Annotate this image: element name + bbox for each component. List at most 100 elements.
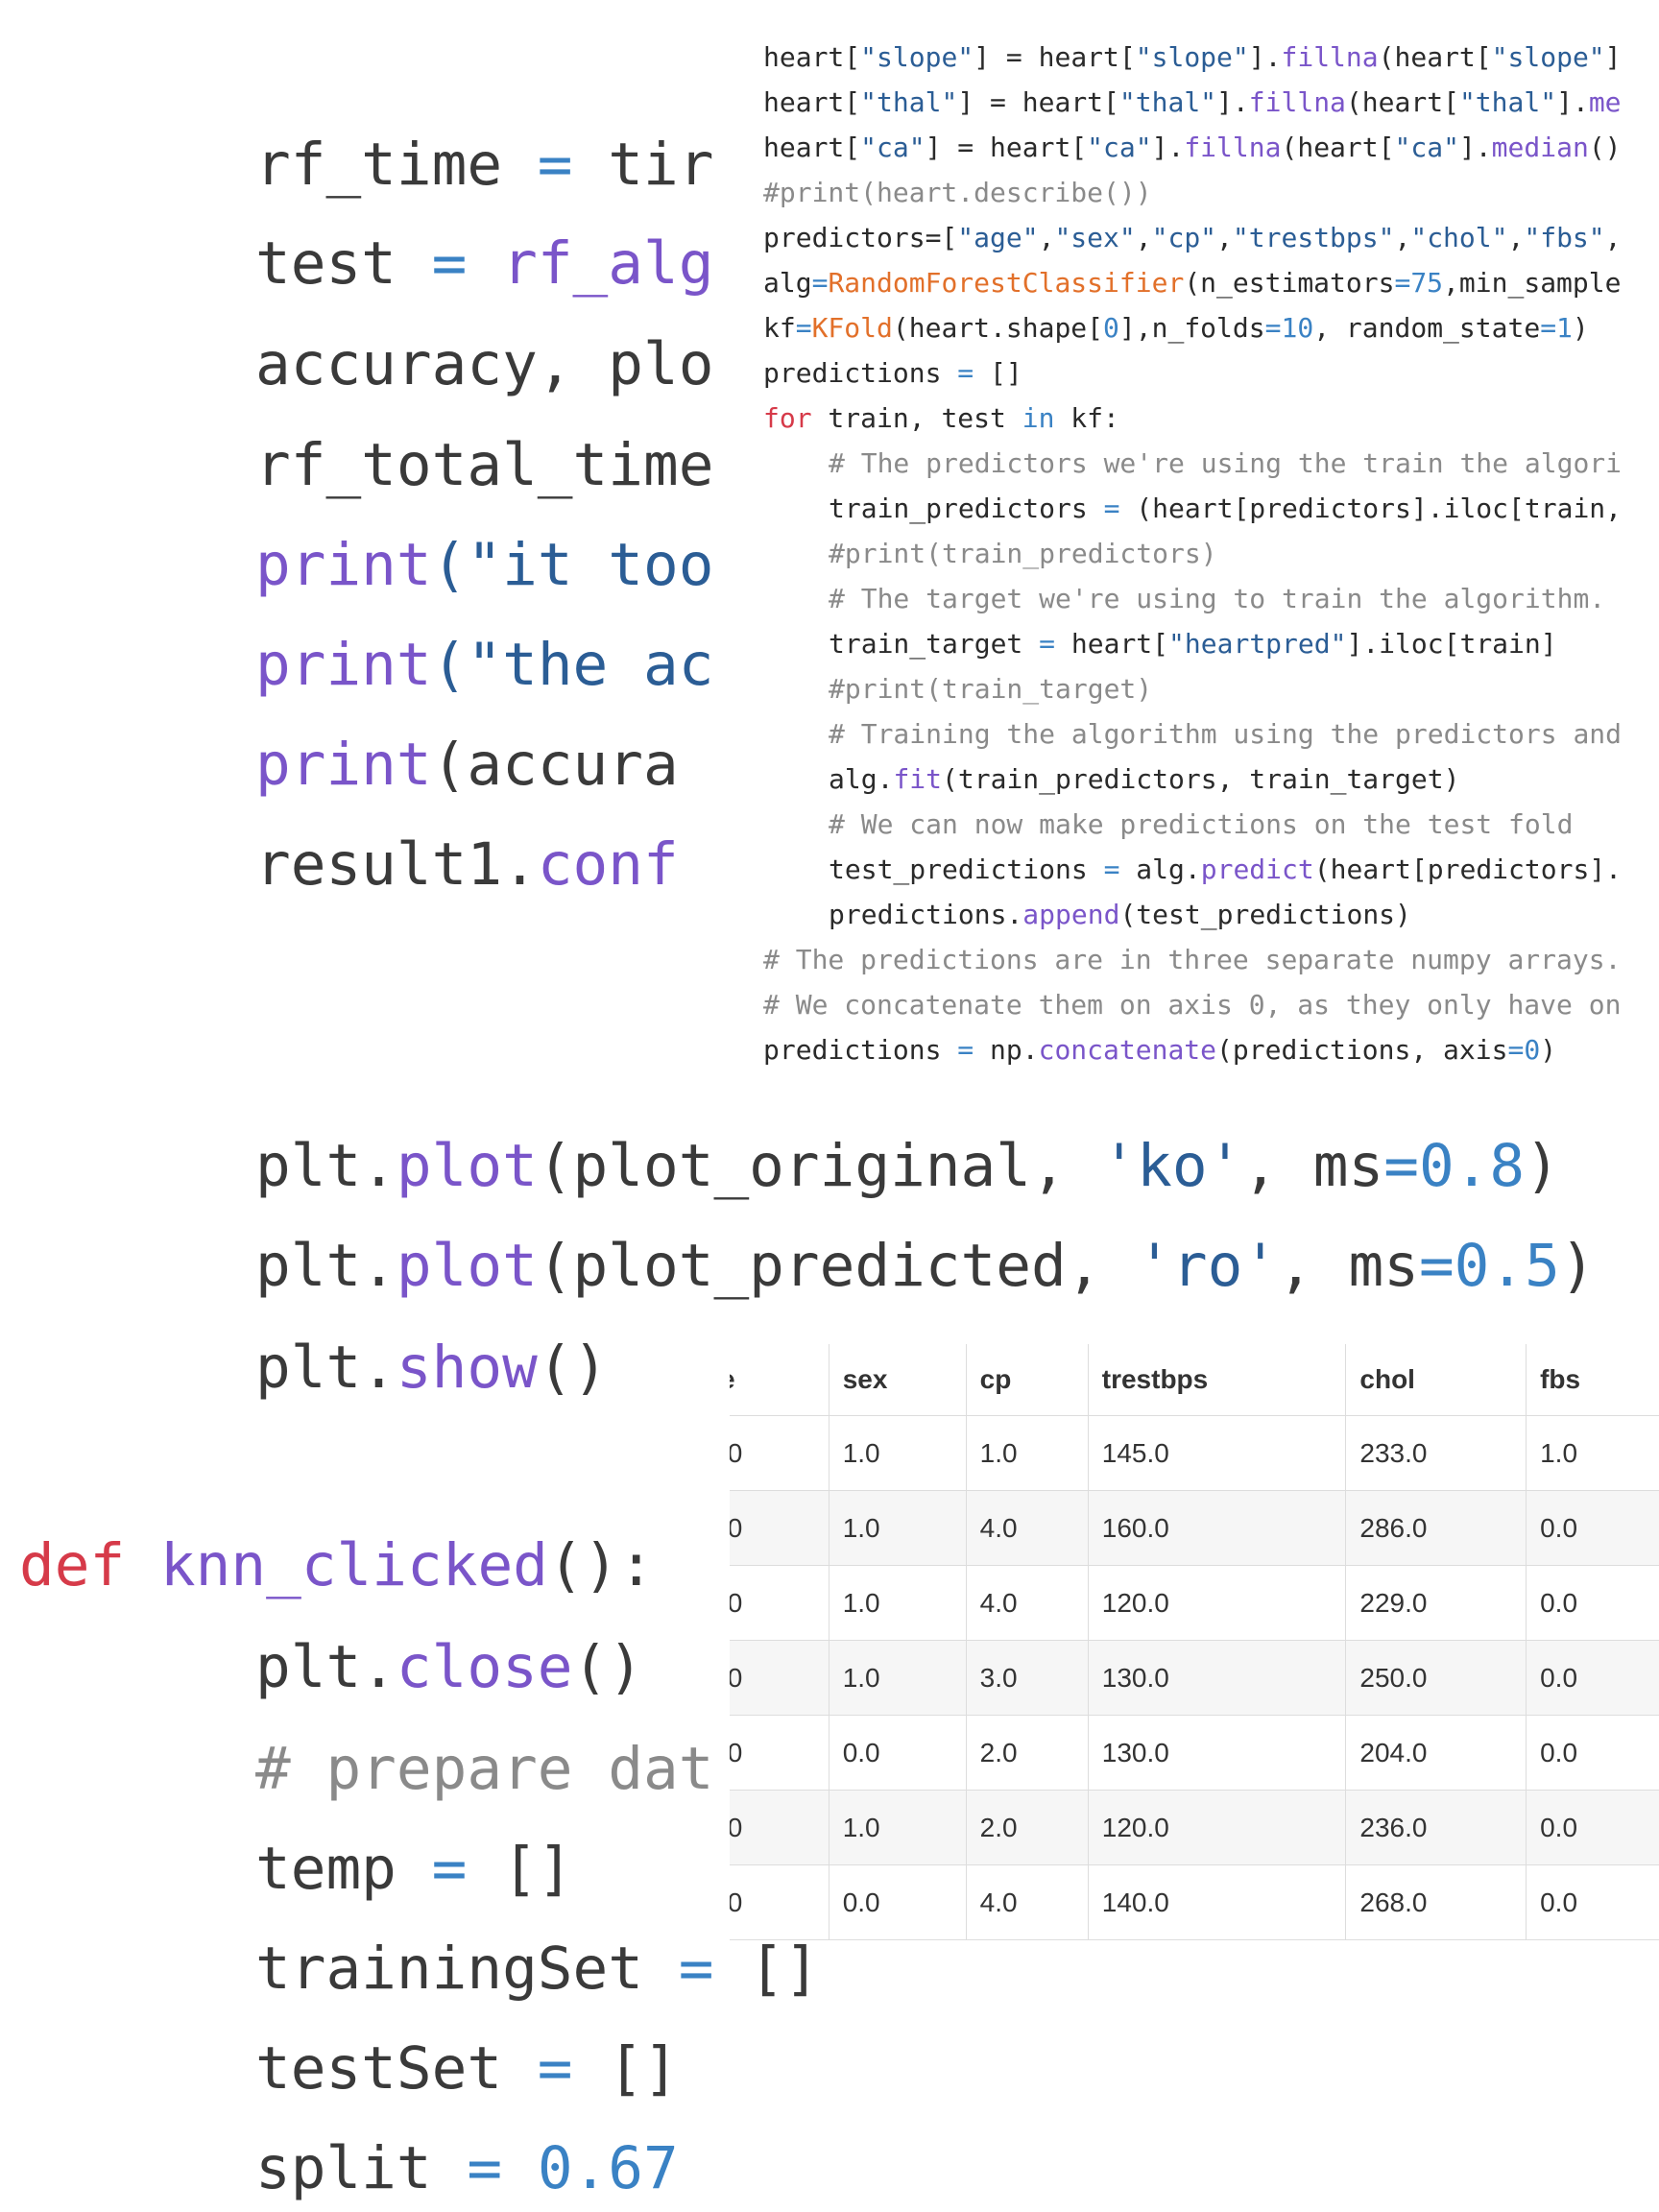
table-cell: .0: [730, 1565, 830, 1641]
table-cell: 1.0: [829, 1415, 967, 1491]
table-cell: 0.0: [1526, 1490, 1659, 1566]
table-cell: 0.0: [1526, 1715, 1659, 1791]
snippet-line: for train, test in kf:: [763, 402, 1119, 434]
table-cell: 0.0: [829, 1864, 967, 1940]
dataframe-table: e sex cp trestbps chol fbs .0 1.0 1.0 14…: [730, 1344, 1659, 1941]
table-cell: 2.0: [966, 1790, 1089, 1865]
code-line-plt-close: plt.close(): [255, 1633, 643, 1701]
snippet-line: alg=RandomForestClassifier(n_estimators=…: [763, 267, 1622, 299]
table-cell: 1.0: [1526, 1415, 1659, 1491]
table-header-row: e sex cp trestbps chol fbs: [730, 1344, 1659, 1416]
snippet-line: alg.fit(train_predictors, train_target): [829, 763, 1460, 795]
table-cell: 229.0: [1345, 1565, 1527, 1641]
code-line-rf-total-time: rf_total_time: [255, 431, 714, 499]
table-cell: 1.0: [829, 1490, 967, 1566]
table-cell: 236.0: [1345, 1790, 1527, 1865]
table-cell: 4.0: [966, 1490, 1089, 1566]
column-header: sex: [829, 1344, 967, 1416]
code-line-print-accuracy: print(accura: [255, 731, 679, 799]
code-line-training-set: trainingSet = []: [255, 1935, 820, 2003]
snippet-line: # We can now make predictions on the tes…: [829, 808, 1574, 840]
snippet-line: train_target = heart["heartpred"].iloc[t…: [829, 628, 1557, 660]
table-row: .0 1.0 4.0 160.0 286.0 0.0: [730, 1490, 1659, 1566]
table-cell: .0: [730, 1790, 830, 1865]
code-snippet-panel: heart["slope"] = heart["slope"].fillna(h…: [739, 29, 1659, 1090]
code-line-temp: temp = []: [255, 1835, 573, 1903]
code-line-print-the-accuracy: print("the ac: [255, 631, 714, 699]
snippet-line: predictions = np.concatenate(predictions…: [763, 1034, 1557, 1066]
table-cell: .0: [730, 1640, 830, 1716]
snippet-line: predictors=["age","sex","cp","trestbps",…: [763, 222, 1622, 253]
column-header: cp: [966, 1344, 1089, 1416]
code-line-result1-conf: result1.conf: [255, 830, 679, 899]
snippet-line: # The target we're using to train the al…: [829, 583, 1606, 614]
table-cell: 4.0: [966, 1565, 1089, 1641]
table-cell: 250.0: [1345, 1640, 1527, 1716]
code-line-split: split = 0.67: [255, 2134, 679, 2202]
table-cell: 4.0: [966, 1864, 1089, 1940]
snippet-line: test_predictions = alg.predict(heart[pre…: [829, 854, 1623, 885]
snippet-line: #print(heart.describe()): [763, 177, 1152, 208]
table-cell: 204.0: [1345, 1715, 1527, 1791]
table-cell: 130.0: [1088, 1715, 1347, 1791]
code-line-prepare-data-comment: # prepare dat: [255, 1735, 714, 1803]
table-cell: 1.0: [829, 1640, 967, 1716]
table-cell: 1.0: [966, 1415, 1089, 1491]
table-row: .0 1.0 3.0 130.0 250.0 0.0: [730, 1640, 1659, 1716]
code-line-plt-plot-predicted: plt.plot(plot_predicted, 'ro', ms=0.5): [255, 1232, 1596, 1300]
table-cell: 0.0: [829, 1715, 967, 1791]
snippet-line: # Training the algorithm using the predi…: [829, 718, 1623, 750]
snippet-line: # The predictions are in three separate …: [763, 944, 1622, 975]
table-cell: 0.0: [1526, 1640, 1659, 1716]
table-cell: 120.0: [1088, 1565, 1347, 1641]
table-cell: 0.0: [1526, 1565, 1659, 1641]
code-line-plt-plot-original: plt.plot(plot_original, 'ko', ms=0.8): [255, 1132, 1560, 1200]
table-cell: 0.0: [1526, 1864, 1659, 1940]
snippet-line: heart["slope"] = heart["slope"].fillna(h…: [763, 41, 1622, 73]
snippet-line: #print(train_target): [829, 673, 1153, 705]
table-cell: .0: [730, 1490, 830, 1566]
snippet-line: #print(train_predictors): [829, 538, 1217, 569]
code-line-plt-show: plt.show(): [255, 1334, 609, 1402]
table-row: .0 1.0 2.0 120.0 236.0 0.0: [730, 1790, 1659, 1865]
table-cell: 268.0: [1345, 1864, 1527, 1940]
code-line-rf-time: rf_time = tir: [255, 131, 714, 199]
table-cell: 3.0: [966, 1640, 1089, 1716]
table-cell: 2.0: [966, 1715, 1089, 1791]
code-line-print-it-took: print("it too: [255, 531, 714, 599]
table-cell: .0: [730, 1715, 830, 1791]
table-cell: 233.0: [1345, 1415, 1527, 1491]
table-cell: 1.0: [829, 1790, 967, 1865]
code-line-accuracy: accuracy, plo: [255, 330, 714, 398]
column-header: trestbps: [1088, 1344, 1347, 1416]
table-row: .0 0.0 2.0 130.0 204.0 0.0: [730, 1715, 1659, 1791]
table-cell: 130.0: [1088, 1640, 1347, 1716]
table-cell: 0.0: [1526, 1790, 1659, 1865]
snippet-line: heart["thal"] = heart["thal"].fillna(hea…: [763, 86, 1622, 118]
column-header: e: [730, 1344, 830, 1416]
snippet-line: predictions.append(test_predictions): [829, 899, 1411, 930]
snippet-line: predictions = []: [763, 357, 1022, 389]
table-row: .0 0.0 4.0 140.0 268.0 0.0: [730, 1864, 1659, 1940]
table-cell: .0: [730, 1864, 830, 1940]
column-header: fbs: [1526, 1344, 1659, 1416]
snippet-line: kf=KFold(heart.shape[0],n_folds=10, rand…: [763, 312, 1589, 344]
snippet-line: train_predictors = (heart[predictors].il…: [829, 493, 1623, 524]
code-line-test: test = rf_alg: [255, 229, 714, 298]
table-row: .0 1.0 4.0 120.0 229.0 0.0: [730, 1565, 1659, 1641]
table-row: .0 1.0 1.0 145.0 233.0 1.0: [730, 1415, 1659, 1491]
snippet-line: # We concatenate them on axis 0, as they…: [763, 989, 1622, 1021]
code-line-def-knn-clicked: def knn_clicked():: [19, 1531, 655, 1599]
table-cell: 1.0: [829, 1565, 967, 1641]
table-cell: 286.0: [1345, 1490, 1527, 1566]
dataframe: e sex cp trestbps chol fbs .0 1.0 1.0 14…: [730, 1344, 1659, 1940]
snippet-line: heart["ca"] = heart["ca"].fillna(heart["…: [763, 132, 1622, 163]
column-header: chol: [1345, 1344, 1527, 1416]
table-cell: 145.0: [1088, 1415, 1347, 1491]
code-line-test-set: testSet = []: [255, 2034, 679, 2103]
table-cell: .0: [730, 1415, 830, 1491]
table-cell: 160.0: [1088, 1490, 1347, 1566]
table-cell: 120.0: [1088, 1790, 1347, 1865]
table-cell: 140.0: [1088, 1864, 1347, 1940]
snippet-line: # The predictors we're using the train t…: [829, 447, 1623, 479]
